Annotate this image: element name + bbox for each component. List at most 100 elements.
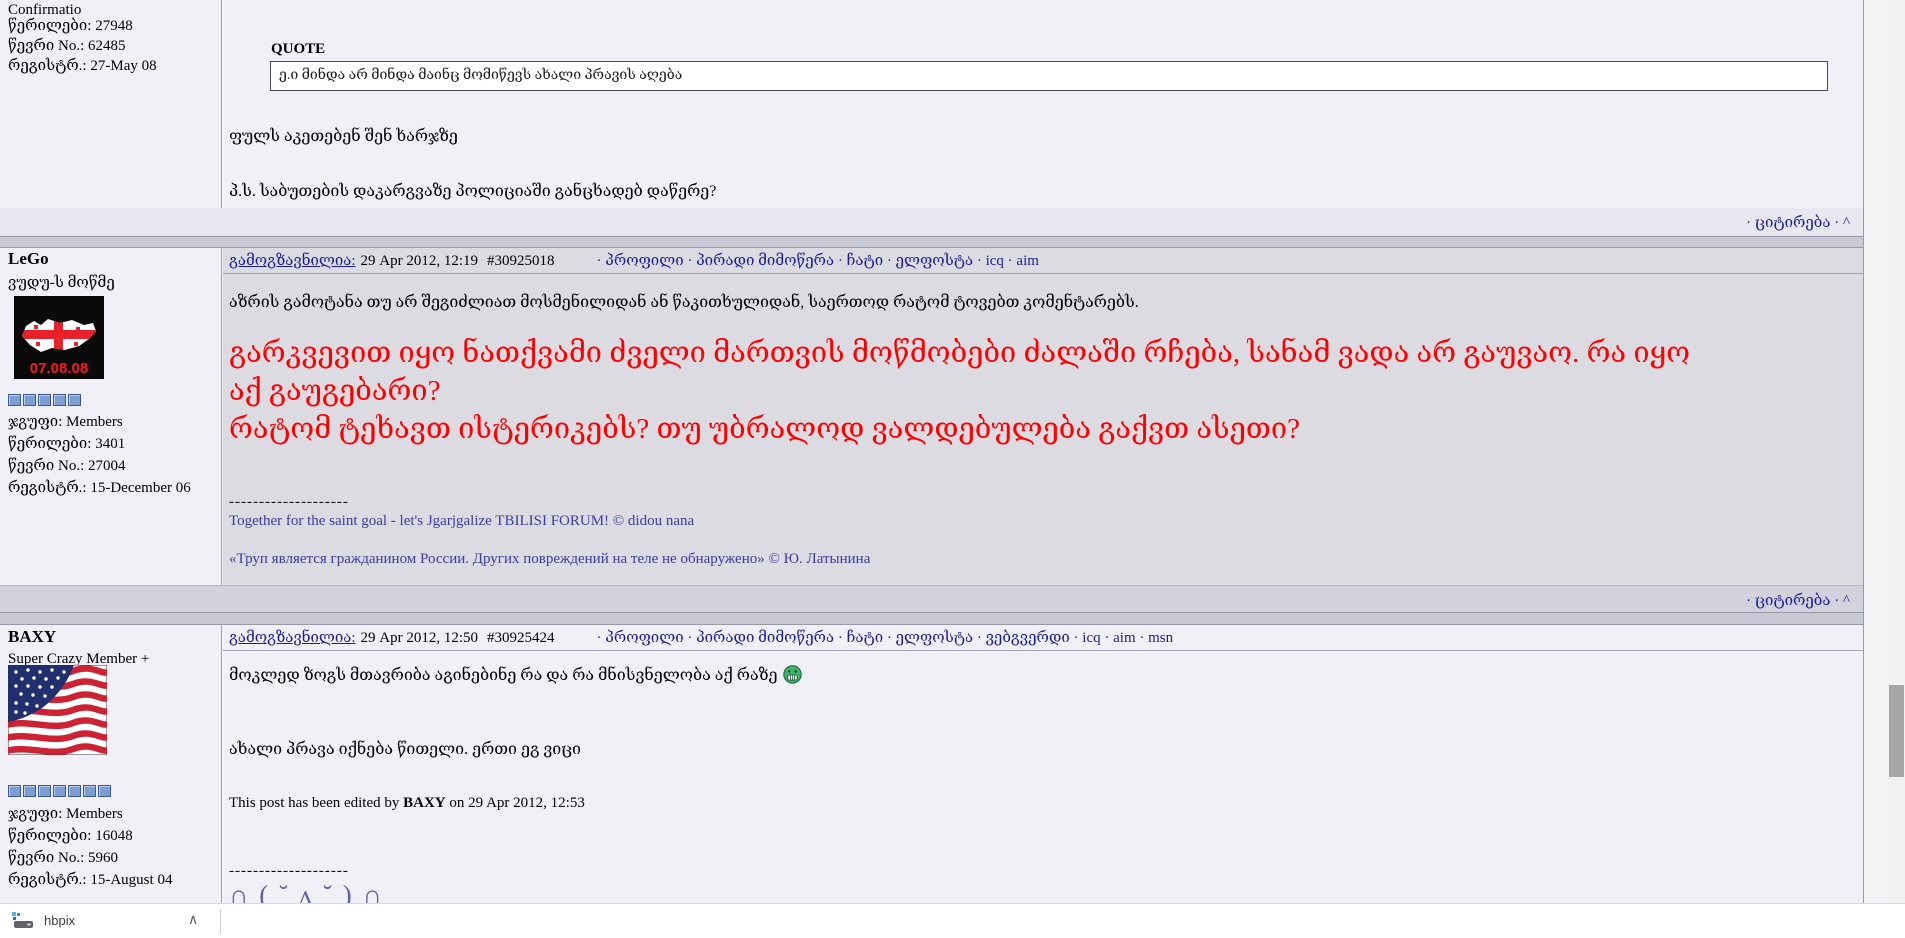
post-toolbar: · პროფილი · პირადი მიმოწერა · ჩატი · ელფ… <box>596 253 1039 269</box>
post-content: გამოგზავნილია: 29 Apr 2012, 12:19 #3092501… <box>223 248 1863 585</box>
vertical-scrollbar[interactable] <box>1888 0 1905 903</box>
user-stat-row: რეგისტრ.: 15-December 06 <box>8 480 191 496</box>
red-text-line: გარკვევით იყო ნათქვამი ძველი მართვის მოწ… <box>229 337 1691 369</box>
post-text-line: აზრის გამოტანა თუ არ შეგიძლიათ მოსმენილი… <box>229 294 1139 311</box>
signature-ascii-art: ∩ ( ˘ ʌ ˘ ) ∩ <box>229 880 384 903</box>
post-text-line: ფულს აკეთებენ შენ ხარჯზე <box>229 128 458 145</box>
member-title: ვუდუ-ს მოწმე <box>8 275 115 291</box>
post-toolbar-link[interactable]: პროფილი <box>605 630 683 646</box>
post-content: გამოგზავნილია: 29 Apr 2012, 12:50 #3092542… <box>223 625 1863 903</box>
post-toolbar-link[interactable]: ელფოსტა <box>896 253 973 269</box>
rating-pip <box>53 785 66 797</box>
post-toolbar-link[interactable]: პირადი მიმოწერა <box>696 253 834 269</box>
download-file-name: hbpix <box>44 913 76 928</box>
quoted-text: ე.ი მინდა არ მინდა მაინც მომიწევს ახალი … <box>279 68 683 83</box>
rating-pip <box>38 785 51 797</box>
user-info-panel: BAXY Super Crazy Member + ჯგუფი: Members… <box>0 625 222 903</box>
post-toolbar-link[interactable]: ჩატი <box>847 630 884 646</box>
signature-line: «Труп является гражданином России. Други… <box>229 551 871 567</box>
post-footer-links: · ციტირება · ^ <box>1746 215 1850 231</box>
browser-page: Confirmatio წერილები: 27948 წევრი No.: 6… <box>0 0 1905 938</box>
post-separator <box>0 612 1863 625</box>
post-toolbar-link[interactable]: icq <box>986 253 1004 269</box>
download-bar: hbpix ∧ Show all × <box>0 903 1905 938</box>
user-info-panel: LeGo ვუდუ-ს მოწმე 07.08.08 ჯგუფი: Member… <box>0 248 222 612</box>
post-toolbar-link[interactable]: aim <box>1113 630 1136 646</box>
post-toolbar-link[interactable]: პროფილი <box>605 253 683 269</box>
rating-pip <box>38 394 51 406</box>
post-toolbar-link[interactable]: ვებგვერდი <box>986 630 1070 646</box>
user-rating <box>8 394 83 407</box>
post-text-line: მოკლედ ზოგს მთავრიბა აგინებინე რა და რა … <box>229 665 803 689</box>
scrollbar-thumb[interactable] <box>1889 685 1904 777</box>
post-toolbar-link[interactable]: ელფოსტა <box>896 630 973 646</box>
page-margin <box>1864 0 1888 903</box>
usa-flag-avatar <box>5 664 112 756</box>
green-grin-smiley-icon <box>783 665 803 689</box>
red-text-line: აქ გაუგებარი? <box>229 375 441 407</box>
user-stat-row: რეგისტრ.: 15-August 04 <box>8 872 173 888</box>
user-stats: წერილები: 27948 წევრი No.: 62485 რეგისტრ… <box>8 16 157 76</box>
post-footer-links: · ციტირება · ^ <box>1746 593 1850 609</box>
quote-button[interactable]: ციტირება <box>1755 593 1831 609</box>
user-stat-row: წევრი No.: 62485 <box>8 38 126 54</box>
post-id: #30925424 <box>487 630 555 646</box>
user-rating <box>8 785 113 798</box>
user-stats: ჯგუფი: Members წერილები: 3401 წევრი No.:… <box>8 411 191 499</box>
post-toolbar-link[interactable]: პირადი მიმოწერა <box>696 630 834 646</box>
post-footer: · ციტირება · ^ <box>0 585 1863 612</box>
signature-separator: -------------------- <box>229 494 349 510</box>
post-header: გამოგზავნილია: 29 Apr 2012, 12:19 #3092501… <box>223 248 1863 274</box>
rating-pip <box>68 394 81 406</box>
divider <box>220 909 221 934</box>
post-toolbar-link[interactable]: ჩატი <box>847 253 884 269</box>
post-header: გამოგზავნილია: 29 Apr 2012, 12:50 #3092542… <box>223 625 1863 651</box>
rating-pip <box>53 394 66 406</box>
edited-by-user: BAXY <box>403 795 446 811</box>
user-stats: ჯგუფი: Members წერილები: 16048 წევრი No.… <box>8 803 172 891</box>
back-to-top-link[interactable]: ^ <box>1843 593 1850 609</box>
user-stat-row: წერილები: 27948 <box>8 18 133 34</box>
chevron-up-icon[interactable]: ∧ <box>188 911 198 928</box>
quote-block: ე.ი მინდა არ მინდა მაინც მომიწევს ახალი … <box>270 61 1828 91</box>
username: LeGo <box>8 249 49 268</box>
user-avatar <box>5 664 112 756</box>
forum-post: Confirmatio წერილები: 27948 წევრი No.: 6… <box>0 0 1863 236</box>
rating-pip <box>68 785 81 797</box>
post-datetime: 29 Apr 2012, 12:19 <box>360 253 479 269</box>
rating-pip <box>98 785 111 797</box>
post-red-text: გარკვევით იყო ნათქვამი ძველი მართვის მოწ… <box>229 334 1690 448</box>
avatar-caption: 07.08.08 <box>30 360 88 377</box>
signature-line: Together for the saint goal - let's Jgar… <box>229 513 695 529</box>
post-id: #30925018 <box>487 253 555 269</box>
post-text-line: პ.ს. საბუთების დაკარგვაზე პოლიციაში განც… <box>229 183 717 200</box>
post-content: QUOTE ე.ი მინდა არ მინდა მაინც მომიწევს … <box>223 0 1863 236</box>
post-datetime: 29 Apr 2012, 12:50 <box>360 630 479 646</box>
red-text-line: რატომ ტეხავთ ისტერიკებს? თუ უბრალოდ ვალდ… <box>229 413 1300 445</box>
quote-button[interactable]: ციტირება <box>1755 215 1831 231</box>
username: BAXY <box>8 627 57 646</box>
rating-pip <box>8 785 21 797</box>
edited-note: This post has been edited by BAXY on 29 … <box>229 795 585 811</box>
forum-thread: Confirmatio წერილები: 27948 წევრი No.: 6… <box>0 0 1864 903</box>
user-stat-row: წევრი No.: 5960 <box>8 850 118 866</box>
rating-pip <box>23 394 36 406</box>
quote-header: QUOTE <box>271 41 326 57</box>
post-footer: · ციტირება · ^ <box>0 208 1863 236</box>
posted-date-link[interactable]: გამოგზავნილია: <box>229 253 356 269</box>
user-stat-row: ჯგუფი: Members <box>8 414 123 430</box>
post-toolbar-link[interactable]: msn <box>1148 630 1173 646</box>
forum-post: გამოგზავნილია: 29 Apr 2012, 12:50 #3092542… <box>0 625 1863 903</box>
posted-date-link[interactable]: გამოგზავნილია: <box>229 630 356 646</box>
post-toolbar-link[interactable]: icq <box>1082 630 1100 646</box>
back-to-top-link[interactable]: ^ <box>1843 215 1850 231</box>
post-text-line: ახალი პრავა იქნება წითელი. ერთი ეგ ვიცი <box>229 741 581 758</box>
georgia-flag-avatar: 07.08.08 <box>14 296 104 379</box>
user-stat-row: რეგისტრ.: 27-May 08 <box>8 58 157 74</box>
post-separator <box>0 236 1863 248</box>
post-toolbar-link[interactable]: aim <box>1016 253 1039 269</box>
rating-pip <box>23 785 36 797</box>
user-stat-row: წევრი No.: 27004 <box>8 458 126 474</box>
rating-pip <box>83 785 96 797</box>
download-item[interactable]: hbpix ∧ <box>0 904 220 938</box>
